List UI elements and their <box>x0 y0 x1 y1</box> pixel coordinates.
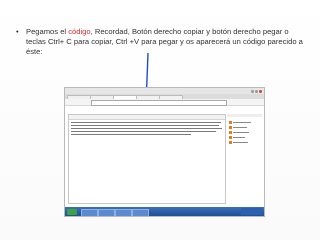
url-field <box>91 100 227 106</box>
minimize-icon <box>251 89 254 93</box>
code-editor <box>68 114 226 204</box>
windows-taskbar <box>65 207 264 216</box>
code-line <box>71 128 222 130</box>
editor-toolbar <box>69 115 225 120</box>
sidebar-header <box>227 114 262 117</box>
code-line <box>71 122 221 124</box>
sidebar-item-icon <box>229 121 232 124</box>
taskbar-button <box>81 208 98 216</box>
editor-sidebar <box>227 114 262 202</box>
blogger-editor-page <box>65 106 264 206</box>
sidebar-item <box>233 131 249 133</box>
taskbar-button <box>115 208 132 216</box>
maximize-icon <box>255 89 258 93</box>
sidebar-item <box>233 136 245 138</box>
sidebar-item <box>233 121 251 123</box>
sidebar-item <box>233 141 248 143</box>
code-line <box>71 134 191 136</box>
sidebar-item <box>233 126 247 128</box>
close-icon <box>259 89 262 93</box>
slide: • Pegamos el código, Recordad, Botón der… <box>0 0 320 240</box>
system-tray <box>241 208 262 215</box>
sidebar-item-icon <box>229 131 232 134</box>
sidebar-item-icon <box>229 136 232 139</box>
taskbar-button <box>98 208 115 216</box>
sidebar-item-icon <box>229 141 232 144</box>
embedded-screenshot <box>64 87 265 217</box>
sidebar-item-icon <box>229 126 232 129</box>
code-line <box>71 131 216 133</box>
code-line <box>71 125 219 127</box>
taskbar-button <box>132 208 149 216</box>
address-bar <box>65 99 264 106</box>
start-button <box>67 208 77 215</box>
